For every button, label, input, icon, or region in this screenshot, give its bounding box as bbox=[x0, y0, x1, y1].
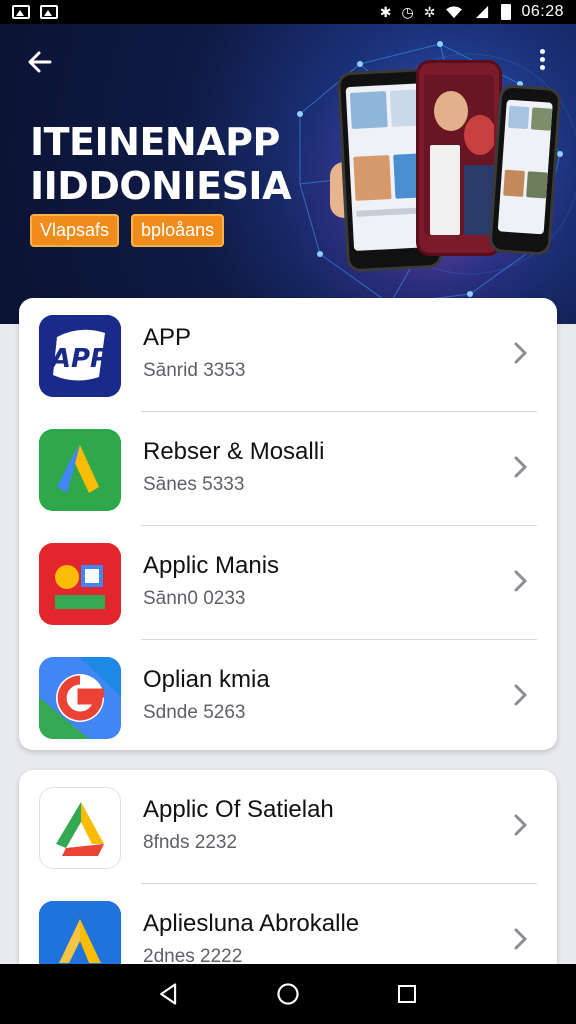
status-time: 06:28 bbox=[521, 3, 564, 20]
home-icon bbox=[277, 983, 299, 1005]
list-item[interactable]: Rebser & Mosalli Sānes 5333 bbox=[19, 412, 557, 526]
item-title: Applic Manis bbox=[143, 552, 280, 579]
item-subtitle: Sānes 5333 bbox=[143, 474, 245, 495]
apps-list-card: APP APP Sānrid 3353 Rebser & Mosalli Sān… bbox=[19, 298, 557, 750]
battery-icon bbox=[501, 4, 512, 20]
list-item[interactable]: Applic Manis Sānn0 0233 bbox=[19, 526, 557, 640]
hero-tags: Vlapsafs bploåans bbox=[30, 214, 225, 247]
chevron-right-icon bbox=[514, 342, 528, 364]
item-title: Rebser & Mosalli bbox=[143, 438, 325, 465]
chevron-right-icon bbox=[514, 814, 528, 836]
hero-title-line1: ITEINENAPP bbox=[30, 120, 280, 164]
item-subtitle: Sānn0 0233 bbox=[143, 588, 246, 609]
chevron-right-icon bbox=[514, 456, 528, 478]
google-g-graphic bbox=[39, 657, 121, 739]
drive-graphic bbox=[56, 802, 104, 856]
list-item[interactable]: Oplian kmia Sdnde 5263 bbox=[19, 640, 557, 750]
signal-icon bbox=[476, 5, 489, 19]
bluetooth-icon: ✱ bbox=[379, 4, 392, 20]
recents-icon bbox=[397, 985, 416, 1003]
item-title: Oplian kmia bbox=[143, 666, 270, 693]
hero-tag-2[interactable]: bploåans bbox=[131, 214, 225, 247]
drive-triangle-icon bbox=[39, 429, 121, 511]
photos-graphic bbox=[39, 543, 121, 625]
item-subtitle: Sdnde 5263 bbox=[143, 702, 246, 723]
dot bbox=[539, 57, 545, 62]
chevron-right-icon bbox=[514, 570, 528, 592]
wifi-icon bbox=[446, 6, 463, 19]
status-left bbox=[12, 5, 58, 19]
back-button[interactable] bbox=[24, 46, 56, 78]
chevron-right-icon bbox=[514, 928, 528, 950]
hero-tag-1[interactable]: Vlapsafs bbox=[30, 214, 120, 247]
arrow-left-icon bbox=[28, 51, 52, 73]
hero-title-line2: IIDDONIESIA bbox=[30, 164, 291, 208]
drive-icon bbox=[39, 787, 121, 869]
hero-banner: ITEINENAPP IIDDONIESIA Vlapsafs bploåans bbox=[0, 24, 576, 324]
apps-list-card-secondary: Applic Of Satielah 8fnds 2232 Apliesluna… bbox=[19, 770, 557, 980]
status-bar: ✱ ◷ ✲ 06:28 bbox=[0, 0, 576, 24]
item-title: APP bbox=[143, 324, 192, 351]
drive-triangle-graphic bbox=[39, 429, 121, 511]
dot bbox=[539, 65, 545, 70]
item-subtitle: Sānrid 3353 bbox=[143, 360, 246, 381]
image-icon bbox=[40, 5, 58, 19]
back-icon bbox=[160, 983, 177, 1005]
chevron-right-icon bbox=[514, 684, 528, 706]
svg-text:APP: APP bbox=[49, 344, 109, 374]
item-title: Apliesluna Abrokalle bbox=[143, 910, 360, 937]
item-title: Applic Of Satielah bbox=[143, 796, 334, 823]
app-logo-icon: APP bbox=[39, 315, 121, 397]
item-subtitle: 8fnds 2232 bbox=[143, 832, 238, 853]
nav-home-button[interactable] bbox=[273, 979, 303, 1009]
photos-icon bbox=[39, 543, 121, 625]
google-g-icon bbox=[39, 657, 121, 739]
list-item[interactable]: Applic Of Satielah 8fnds 2232 bbox=[19, 770, 557, 884]
phone-illustration-3 bbox=[488, 84, 562, 256]
app-logo-graphic: APP bbox=[39, 315, 121, 397]
nav-recents-button[interactable] bbox=[392, 979, 422, 1009]
more-options-button[interactable] bbox=[530, 46, 554, 78]
gallery-icon bbox=[12, 5, 30, 19]
dot bbox=[539, 49, 545, 54]
vibrate-icon: ✲ bbox=[423, 4, 436, 20]
nav-back-button[interactable] bbox=[154, 979, 184, 1009]
list-item[interactable]: APP APP Sānrid 3353 bbox=[19, 298, 557, 412]
status-right: ✱ ◷ ✲ 06:28 bbox=[380, 3, 564, 21]
hero-title: ITEINENAPP IIDDONIESIA bbox=[30, 120, 291, 208]
system-nav-bar bbox=[0, 964, 576, 1024]
alarm-icon: ◷ bbox=[401, 4, 414, 20]
